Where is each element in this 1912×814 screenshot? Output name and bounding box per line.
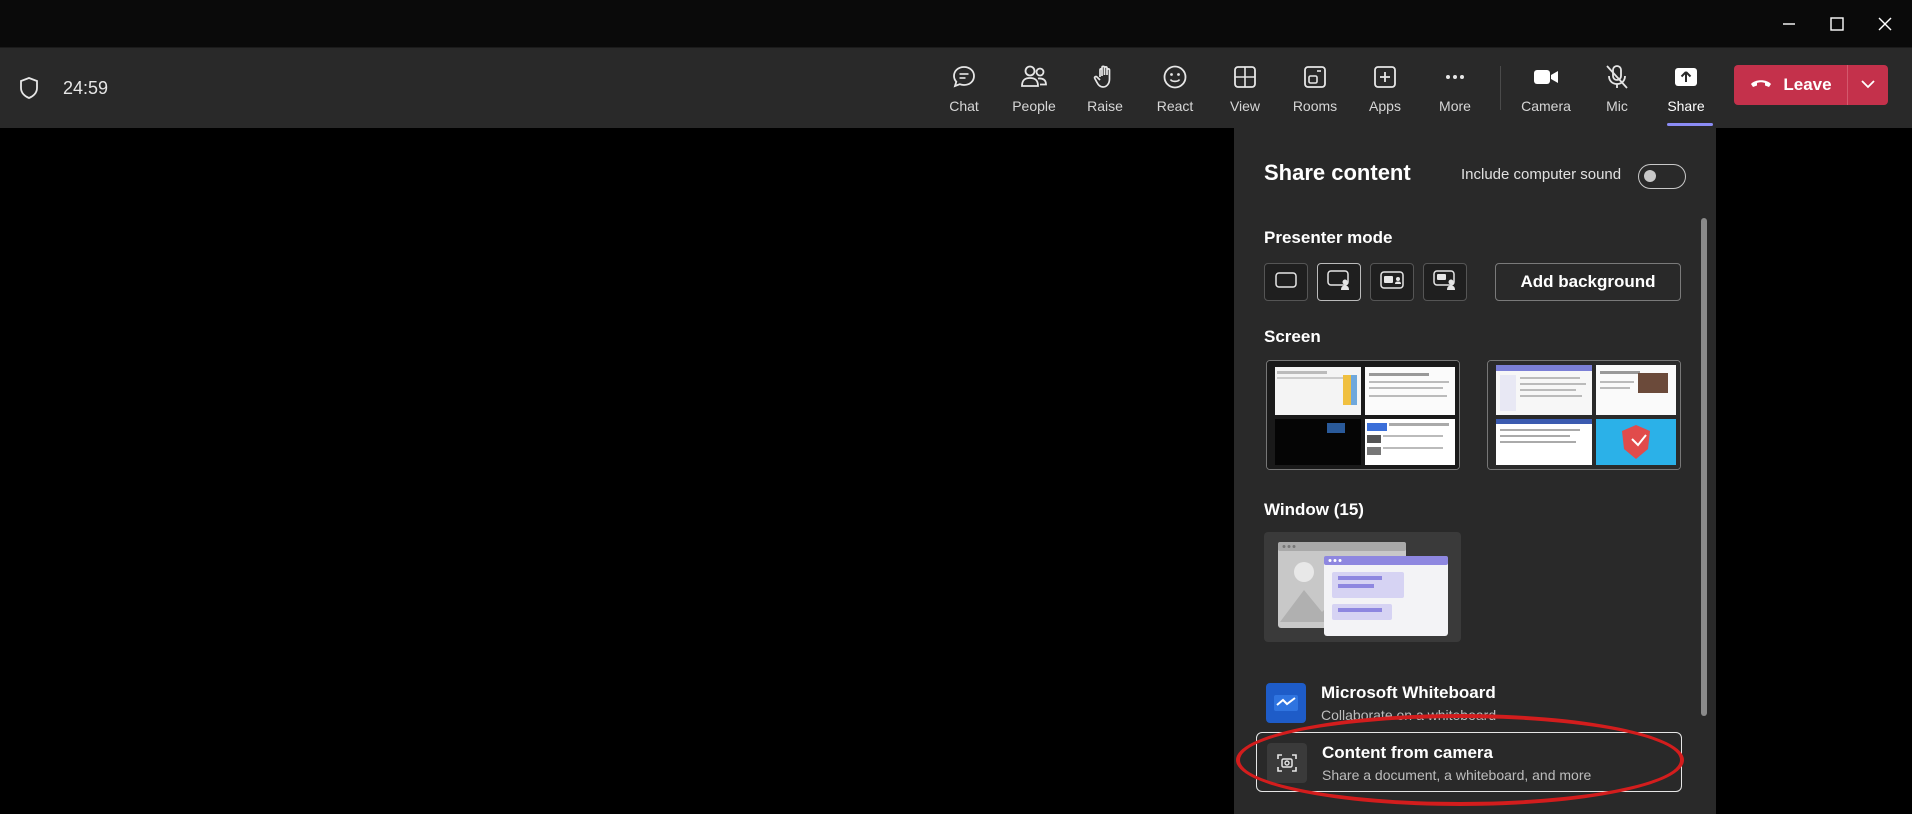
- people-button[interactable]: People: [1001, 58, 1067, 120]
- presenter-mode-side-by-side[interactable]: [1370, 263, 1414, 301]
- leave-label: Leave: [1783, 75, 1832, 94]
- presenter-mode-heading: Presenter mode: [1264, 228, 1393, 247]
- whiteboard-subtitle: Collaborate on a whiteboard: [1321, 707, 1497, 723]
- screen-thumbnail-1[interactable]: [1266, 360, 1460, 470]
- rooms-icon: [1300, 62, 1330, 92]
- camera-button[interactable]: Camera: [1513, 58, 1579, 120]
- window-heading: Window (15): [1264, 500, 1364, 519]
- raise-label: Raise: [1087, 98, 1123, 114]
- include-sound-label: Include computer sound: [1461, 166, 1622, 183]
- share-label: Share: [1667, 98, 1705, 114]
- content-only-icon: [1274, 271, 1298, 294]
- screen-preview-2: [1488, 361, 1680, 469]
- people-icon: [1019, 62, 1049, 92]
- camera-icon: [1531, 62, 1561, 92]
- camera-label: Camera: [1521, 98, 1571, 114]
- chevron-down-icon: [1860, 76, 1876, 94]
- leave-button-group: Leave: [1734, 65, 1888, 105]
- shield-icon[interactable]: [18, 76, 40, 100]
- raise-hand-icon: [1090, 62, 1120, 92]
- window-thumbnail[interactable]: [1264, 532, 1461, 642]
- chat-button[interactable]: Chat: [931, 58, 997, 120]
- leave-divider: [1847, 65, 1848, 105]
- share-button[interactable]: Share: [1653, 58, 1719, 126]
- mic-button[interactable]: Mic: [1584, 58, 1650, 120]
- presenter-mode-content-only[interactable]: [1264, 263, 1308, 301]
- leave-options-button[interactable]: [1848, 65, 1888, 105]
- rooms-label: Rooms: [1292, 98, 1338, 114]
- include-sound-toggle[interactable]: [1638, 164, 1686, 189]
- screen-heading: Screen: [1264, 327, 1321, 346]
- screen-preview-1: [1267, 361, 1459, 469]
- chat-label: Chat: [949, 98, 979, 114]
- screen-thumbnail-2[interactable]: [1487, 360, 1681, 470]
- share-content-panel: Share content Include computer sound Pre…: [1234, 128, 1716, 814]
- chat-icon: [949, 62, 979, 92]
- view-icon: [1230, 62, 1260, 92]
- minimize-icon[interactable]: [1766, 8, 1812, 40]
- presenter-mode-reporter[interactable]: [1423, 263, 1467, 301]
- apps-button[interactable]: Apps: [1352, 58, 1418, 120]
- hang-up-icon: [1749, 75, 1773, 95]
- raise-button[interactable]: Raise: [1072, 58, 1138, 120]
- leave-button[interactable]: Leave: [1734, 65, 1847, 105]
- window-illustration: [1278, 542, 1448, 636]
- toolbar-separator: [1500, 66, 1501, 110]
- apps-icon: [1370, 62, 1400, 92]
- more-label: More: [1439, 98, 1471, 114]
- camera-content-icon: [1267, 743, 1307, 783]
- meeting-toolbar: 24:59 Chat People Raise React View Rooms…: [0, 48, 1912, 128]
- mic-off-icon: [1602, 62, 1632, 92]
- whiteboard-title: Microsoft Whiteboard: [1321, 683, 1496, 702]
- standout-icon: [1326, 269, 1352, 296]
- view-label: View: [1229, 98, 1261, 114]
- maximize-icon[interactable]: [1814, 8, 1860, 40]
- toggle-knob: [1644, 170, 1656, 182]
- close-icon[interactable]: [1862, 8, 1908, 40]
- react-icon: [1160, 62, 1190, 92]
- content-from-camera-option[interactable]: Content from camera Share a document, a …: [1256, 732, 1682, 792]
- people-label: People: [1012, 98, 1056, 114]
- title-bar: [0, 0, 1912, 48]
- react-label: React: [1156, 98, 1194, 114]
- apps-label: Apps: [1369, 98, 1401, 114]
- more-icon: [1440, 62, 1470, 92]
- whiteboard-icon: [1266, 683, 1306, 723]
- view-button[interactable]: View: [1212, 58, 1278, 120]
- share-icon: [1671, 62, 1701, 92]
- more-button[interactable]: More: [1422, 58, 1488, 120]
- microsoft-whiteboard-option[interactable]: Microsoft Whiteboard Collaborate on a wh…: [1256, 673, 1682, 733]
- share-active-indicator: [1667, 123, 1713, 126]
- camera-content-title: Content from camera: [1322, 743, 1493, 762]
- react-button[interactable]: React: [1142, 58, 1208, 120]
- reporter-icon: [1432, 269, 1458, 296]
- mic-label: Mic: [1606, 98, 1628, 114]
- rooms-button[interactable]: Rooms: [1282, 58, 1348, 120]
- panel-scrollbar[interactable]: [1701, 218, 1707, 716]
- add-background-button[interactable]: Add background: [1495, 263, 1681, 301]
- meeting-timer: 24:59: [63, 78, 109, 98]
- camera-content-subtitle: Share a document, a whiteboard, and more: [1322, 767, 1592, 783]
- presenter-mode-standout[interactable]: [1317, 263, 1361, 301]
- panel-title: Share content: [1264, 160, 1411, 185]
- side-by-side-icon: [1379, 270, 1405, 295]
